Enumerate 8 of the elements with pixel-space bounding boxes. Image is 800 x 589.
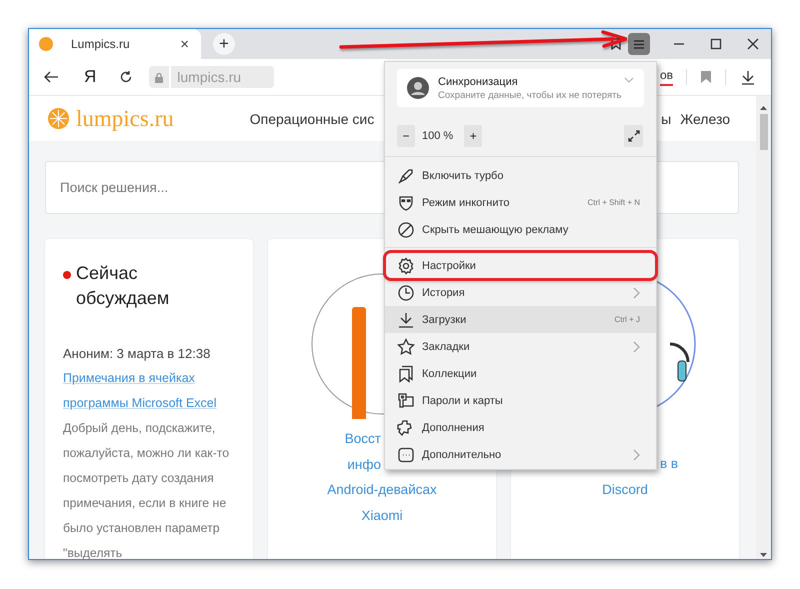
sync-subtitle: Сохраните данные, чтобы их не потерять xyxy=(438,90,622,100)
shortcut-hint: Ctrl + J xyxy=(614,315,640,324)
zoom-level: 100 % xyxy=(422,130,454,142)
section-title: Сейчас обсуждаем xyxy=(76,262,170,310)
tab-title: Lumpics.ru xyxy=(71,37,131,51)
shortcut-hint: Ctrl + Shift + N xyxy=(588,198,640,207)
sync-title: Синхронизация xyxy=(438,76,519,88)
comment-meta: Аноним: 3 марта в 12:38 xyxy=(63,345,212,363)
